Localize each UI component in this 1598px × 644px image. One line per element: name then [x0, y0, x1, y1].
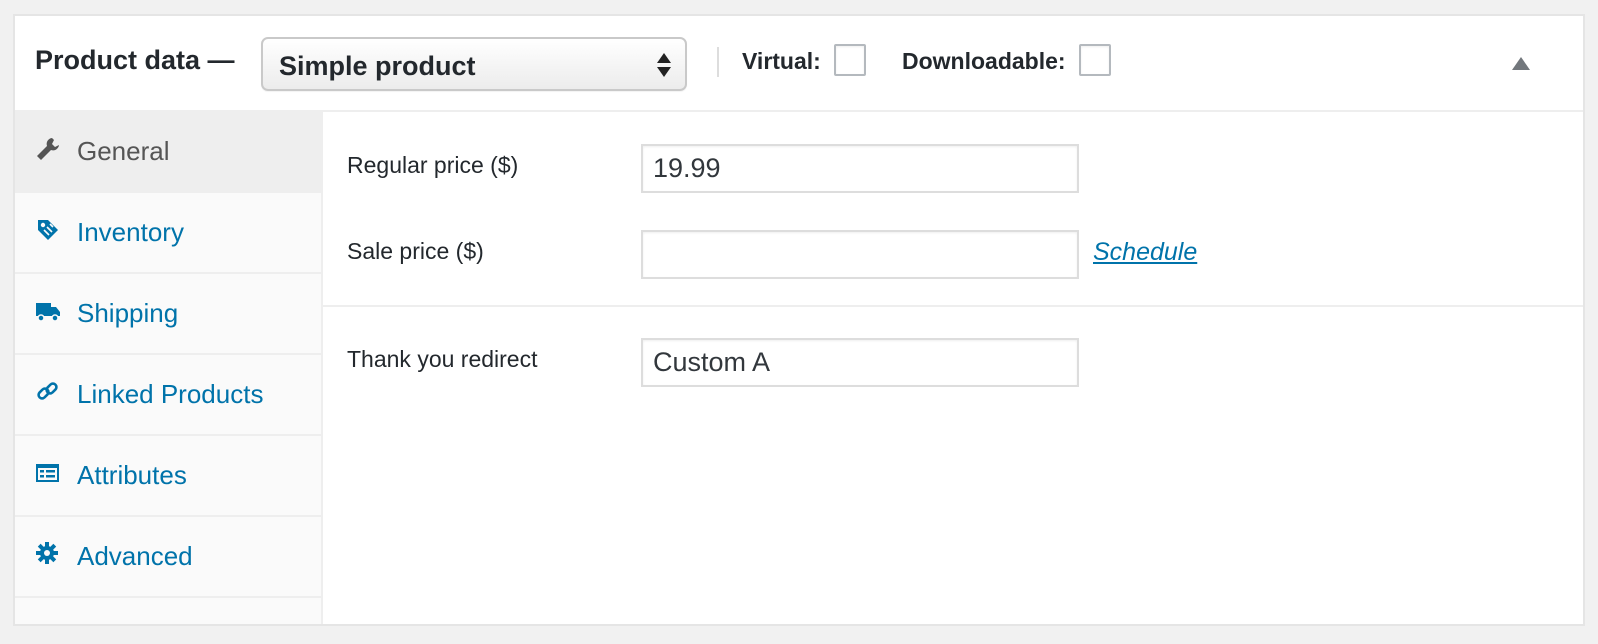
- tab-advanced[interactable]: Advanced: [15, 517, 321, 598]
- tab-general-label: General: [77, 136, 170, 166]
- product-data-tabs: General Inventory Shipping Linked Produc…: [15, 112, 323, 624]
- general-tab-content: Regular price ($) Sale price ($) Schedul…: [323, 112, 1583, 624]
- product-type-selected: Simple product: [279, 51, 476, 81]
- thank-you-redirect-input[interactable]: [641, 338, 1079, 387]
- gear-icon: [35, 541, 61, 567]
- regular-price-input[interactable]: [641, 144, 1079, 193]
- tab-inventory[interactable]: Inventory: [15, 193, 321, 274]
- link-icon: [35, 379, 61, 405]
- product-data-header: Product data — Simple product Virtual: D…: [15, 16, 1583, 112]
- tab-advanced-label: Advanced: [77, 541, 193, 571]
- schedule-link[interactable]: Schedule: [1093, 238, 1197, 267]
- tab-attributes-label: Attributes: [77, 460, 187, 490]
- header-separator: [717, 47, 719, 77]
- sale-price-input[interactable]: [641, 230, 1079, 279]
- tab-linked-products-label: Linked Products: [77, 379, 264, 409]
- section-divider: [323, 305, 1583, 307]
- tab-linked-products[interactable]: Linked Products: [15, 355, 321, 436]
- tag-icon: [35, 217, 61, 243]
- tab-attributes[interactable]: Attributes: [15, 436, 321, 517]
- sale-price-label: Sale price ($): [347, 238, 484, 264]
- product-data-title: Product data —: [35, 45, 235, 75]
- regular-price-label: Regular price ($): [347, 152, 519, 178]
- wrench-icon: [35, 136, 61, 162]
- downloadable-label: Downloadable:: [902, 48, 1066, 74]
- tab-shipping-label: Shipping: [77, 298, 179, 328]
- tab-shipping[interactable]: Shipping: [15, 274, 321, 355]
- thank-you-redirect-label: Thank you redirect: [347, 346, 538, 372]
- tab-general[interactable]: General: [15, 112, 321, 193]
- virtual-label: Virtual:: [742, 48, 821, 74]
- truck-icon: [35, 298, 61, 324]
- product-data-panel: Product data — Simple product Virtual: D…: [13, 14, 1585, 626]
- product-type-select[interactable]: Simple product: [261, 37, 687, 91]
- list-card-icon: [35, 460, 61, 486]
- downloadable-checkbox[interactable]: [1079, 44, 1111, 76]
- triangle-up-icon[interactable]: [1512, 57, 1530, 70]
- virtual-checkbox[interactable]: [834, 44, 866, 76]
- select-arrows-icon: [657, 51, 671, 79]
- tab-inventory-label: Inventory: [77, 217, 184, 247]
